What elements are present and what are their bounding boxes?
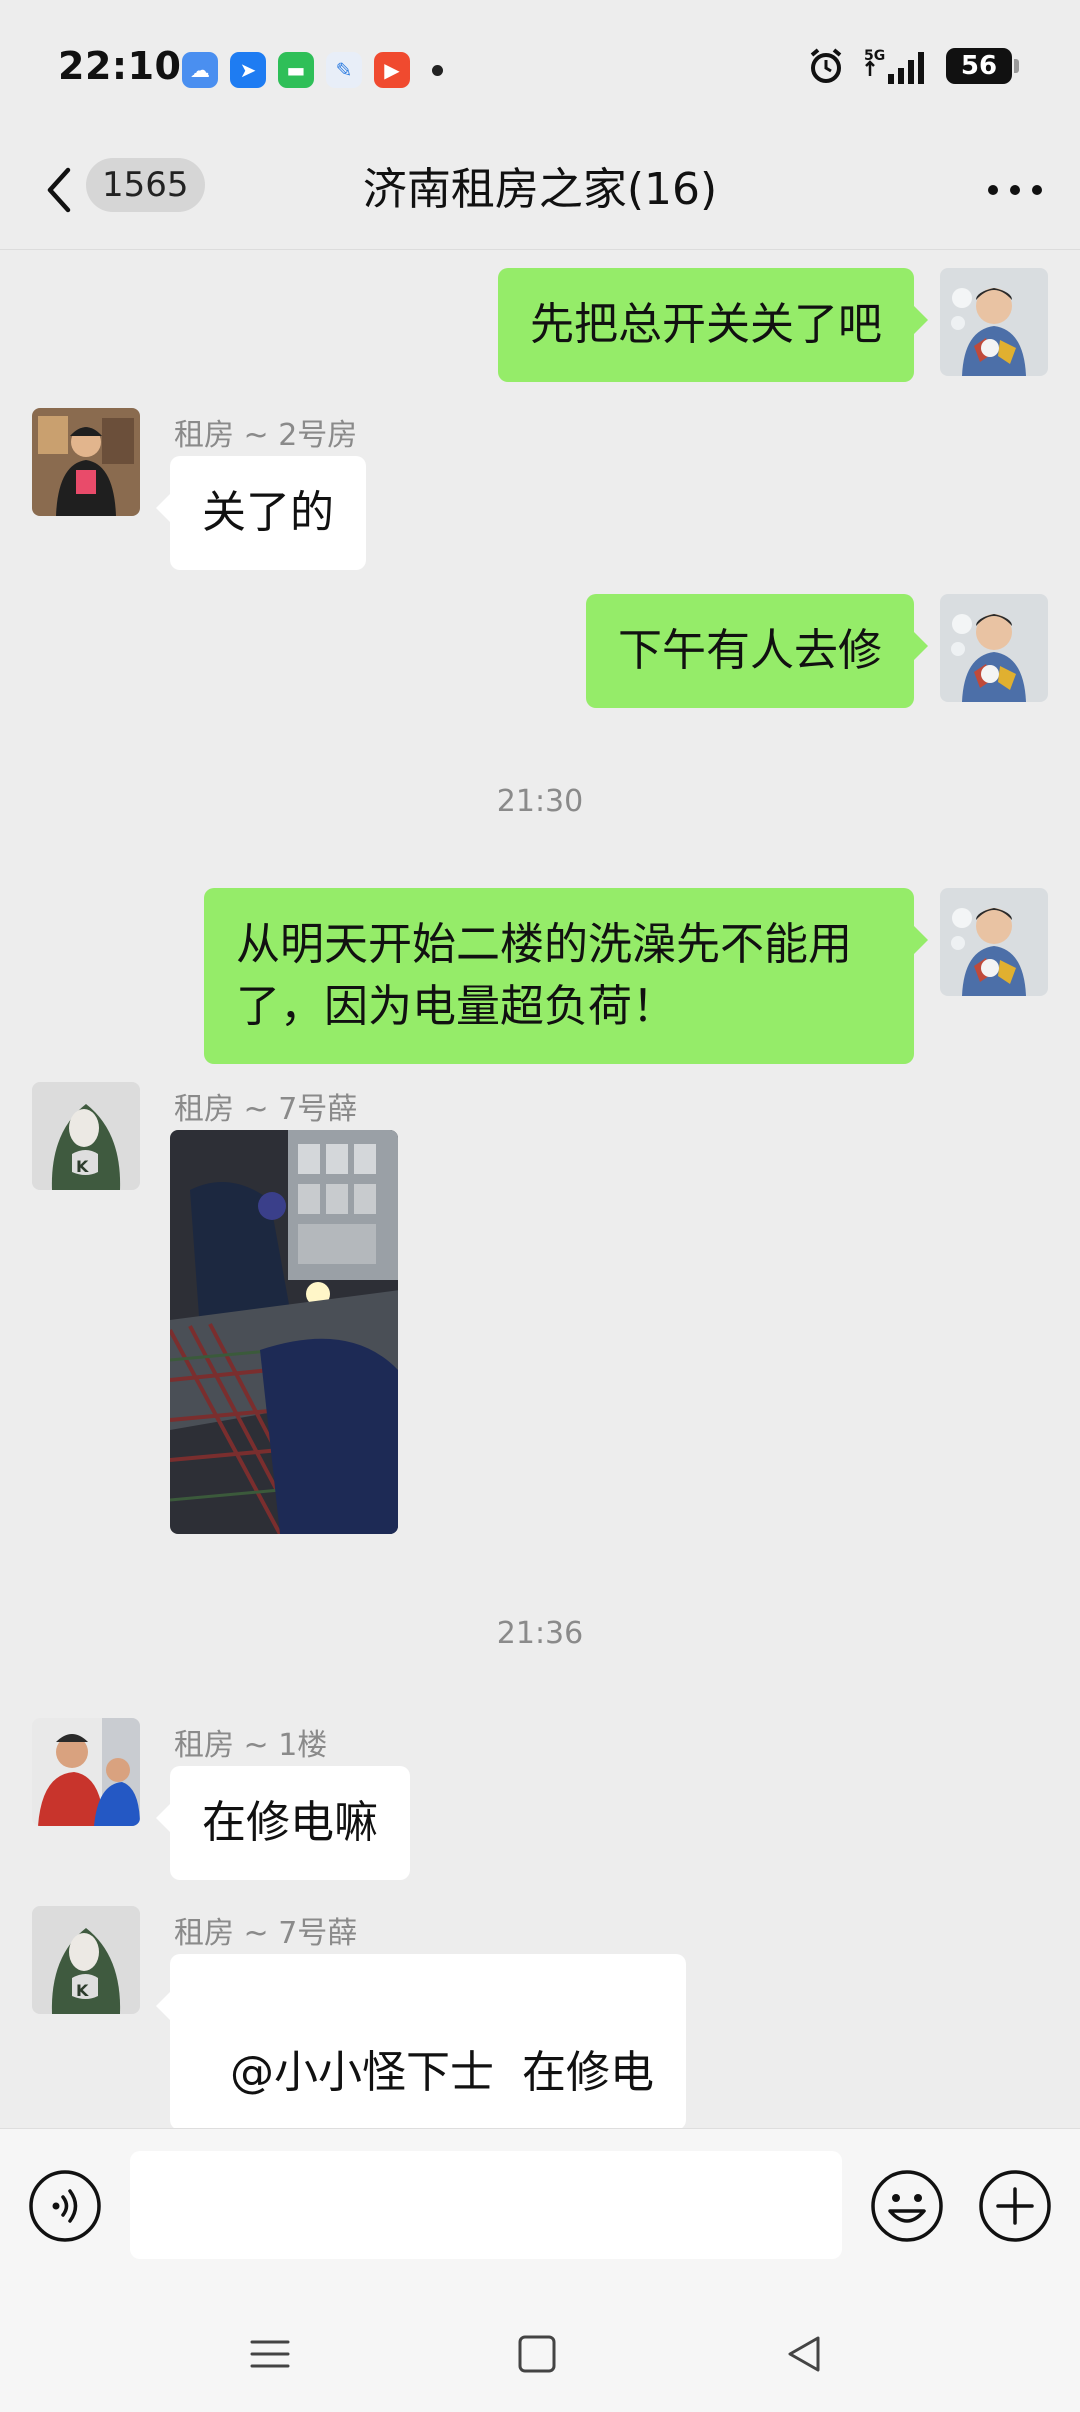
outgoing-message[interactable]: 下午有人去修 bbox=[586, 594, 928, 708]
sender-avatar[interactable] bbox=[32, 1082, 140, 1190]
incoming-message[interactable]: 在修电嘛 bbox=[156, 1766, 410, 1880]
emoji-icon[interactable] bbox=[870, 2169, 944, 2243]
message-image[interactable] bbox=[170, 1130, 398, 1534]
message-input[interactable] bbox=[130, 2151, 842, 2259]
message-text: 在修电嘛 bbox=[202, 1797, 378, 1848]
system-navigation-bar bbox=[0, 2282, 1080, 2412]
timestamp: 21:30 bbox=[496, 784, 584, 819]
message-input-bar bbox=[0, 2128, 1080, 2282]
my-avatar[interactable] bbox=[940, 888, 1048, 996]
message-text: @小小怪下士 在修电 bbox=[229, 2047, 654, 2098]
menu-nav-icon[interactable] bbox=[240, 2324, 300, 2384]
system-icons: 5G 56 bbox=[806, 46, 1019, 86]
voice-input-icon[interactable] bbox=[28, 2169, 102, 2243]
sender-avatar[interactable] bbox=[32, 408, 140, 516]
message-text: 先把总开关关了吧 bbox=[530, 299, 882, 350]
message-text-line: 从明天开始二楼的洗澡先不能用 bbox=[236, 919, 852, 970]
outgoing-message[interactable]: 从明天开始二楼的洗澡先不能用 了，因为电量超负荷！ bbox=[204, 888, 928, 1064]
video-icon: ▶ bbox=[374, 52, 410, 88]
notification-icons: ☁ ➤ ▬ ✎ ▶ bbox=[182, 52, 443, 88]
back-nav-icon[interactable] bbox=[774, 2324, 834, 2384]
message-text: 下午有人去修 bbox=[618, 625, 882, 676]
my-avatar[interactable] bbox=[940, 268, 1048, 376]
weather-icon: ☁ bbox=[182, 52, 218, 88]
home-nav-icon[interactable] bbox=[507, 2324, 567, 2384]
messages-icon: ▬ bbox=[278, 52, 314, 88]
battery-indicator: 56 bbox=[946, 48, 1019, 84]
sender-name: 租房 ~ 7号薛 bbox=[174, 1092, 358, 1127]
feather-icon: ✎ bbox=[326, 52, 362, 88]
network-label: 5G bbox=[864, 48, 885, 64]
message-text: 关了的 bbox=[202, 487, 334, 538]
plus-icon[interactable] bbox=[978, 2169, 1052, 2243]
signal-5g-icon: 5G bbox=[864, 48, 924, 84]
sender-name: 租房 ~ 1楼 bbox=[174, 1728, 328, 1763]
more-options-icon[interactable] bbox=[980, 160, 1050, 220]
sender-name: 租房 ~ 2号房 bbox=[174, 418, 358, 453]
chat-title: 济南租房之家(16) bbox=[362, 164, 718, 215]
incoming-message[interactable]: 关了的 bbox=[156, 456, 366, 570]
timestamp: 21:36 bbox=[496, 1616, 584, 1651]
outgoing-message[interactable]: 先把总开关关了吧 bbox=[498, 268, 928, 382]
incoming-message[interactable]: @小小怪下士 在修电 bbox=[156, 1954, 686, 2130]
navigation-icon: ➤ bbox=[230, 52, 266, 88]
alarm-icon bbox=[810, 48, 842, 83]
sender-avatar[interactable] bbox=[32, 1718, 140, 1826]
sender-avatar[interactable] bbox=[32, 1906, 140, 2014]
status-bar: 22:10 ☁ ➤ ▬ ✎ ▶ 5G 56 bbox=[0, 0, 1080, 130]
my-avatar[interactable] bbox=[940, 594, 1048, 702]
message-text-line: 了，因为电量超负荷！ bbox=[236, 981, 676, 1032]
chat-header: 1565 济南租房之家(16) bbox=[0, 130, 1080, 250]
sender-name: 租房 ~ 7号薛 bbox=[174, 1916, 358, 1951]
more-notifications-dot bbox=[432, 64, 443, 76]
status-time: 22:10 bbox=[58, 44, 182, 88]
